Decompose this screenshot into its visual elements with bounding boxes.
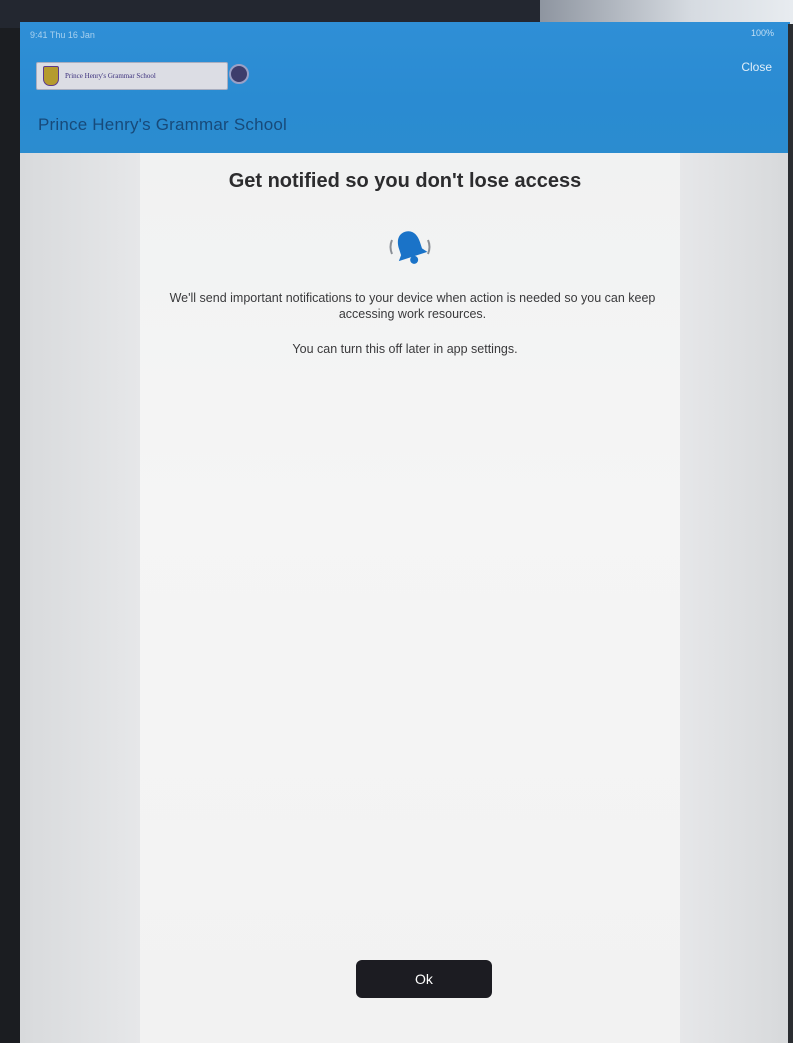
page-title: Prince Henry's Grammar School bbox=[38, 115, 288, 134]
dialog-title: Get notified so you don't lose access bbox=[228, 170, 582, 192]
device-screen: 9:41 Thu 16 Jan 100% Prince Henry's Gram… bbox=[20, 22, 790, 1043]
close-button[interactable]: Close bbox=[741, 60, 772, 74]
bell-icon bbox=[385, 222, 435, 272]
app-header: 9:41 Thu 16 Jan 100% Prince Henry's Gram… bbox=[20, 22, 790, 153]
device-bezel-right bbox=[788, 24, 793, 1043]
dialog-description: We'll send important notifications to yo… bbox=[169, 291, 656, 321]
background-left bbox=[20, 153, 140, 1043]
ok-button[interactable]: Ok bbox=[356, 960, 492, 998]
school-logo: Prince Henry's Grammar School bbox=[36, 62, 249, 90]
dialog-hint: You can turn this off later in app setti… bbox=[292, 342, 518, 356]
background-right bbox=[680, 153, 790, 1043]
content-panel bbox=[140, 153, 680, 1043]
crest-icon bbox=[43, 66, 59, 86]
status-bar-battery: 100% bbox=[750, 28, 774, 38]
status-bar-time: 9:41 Thu 16 Jan bbox=[30, 30, 95, 40]
logo-text: Prince Henry's Grammar School bbox=[65, 72, 156, 80]
emblem-icon bbox=[229, 64, 249, 84]
photo-glare bbox=[540, 0, 793, 24]
